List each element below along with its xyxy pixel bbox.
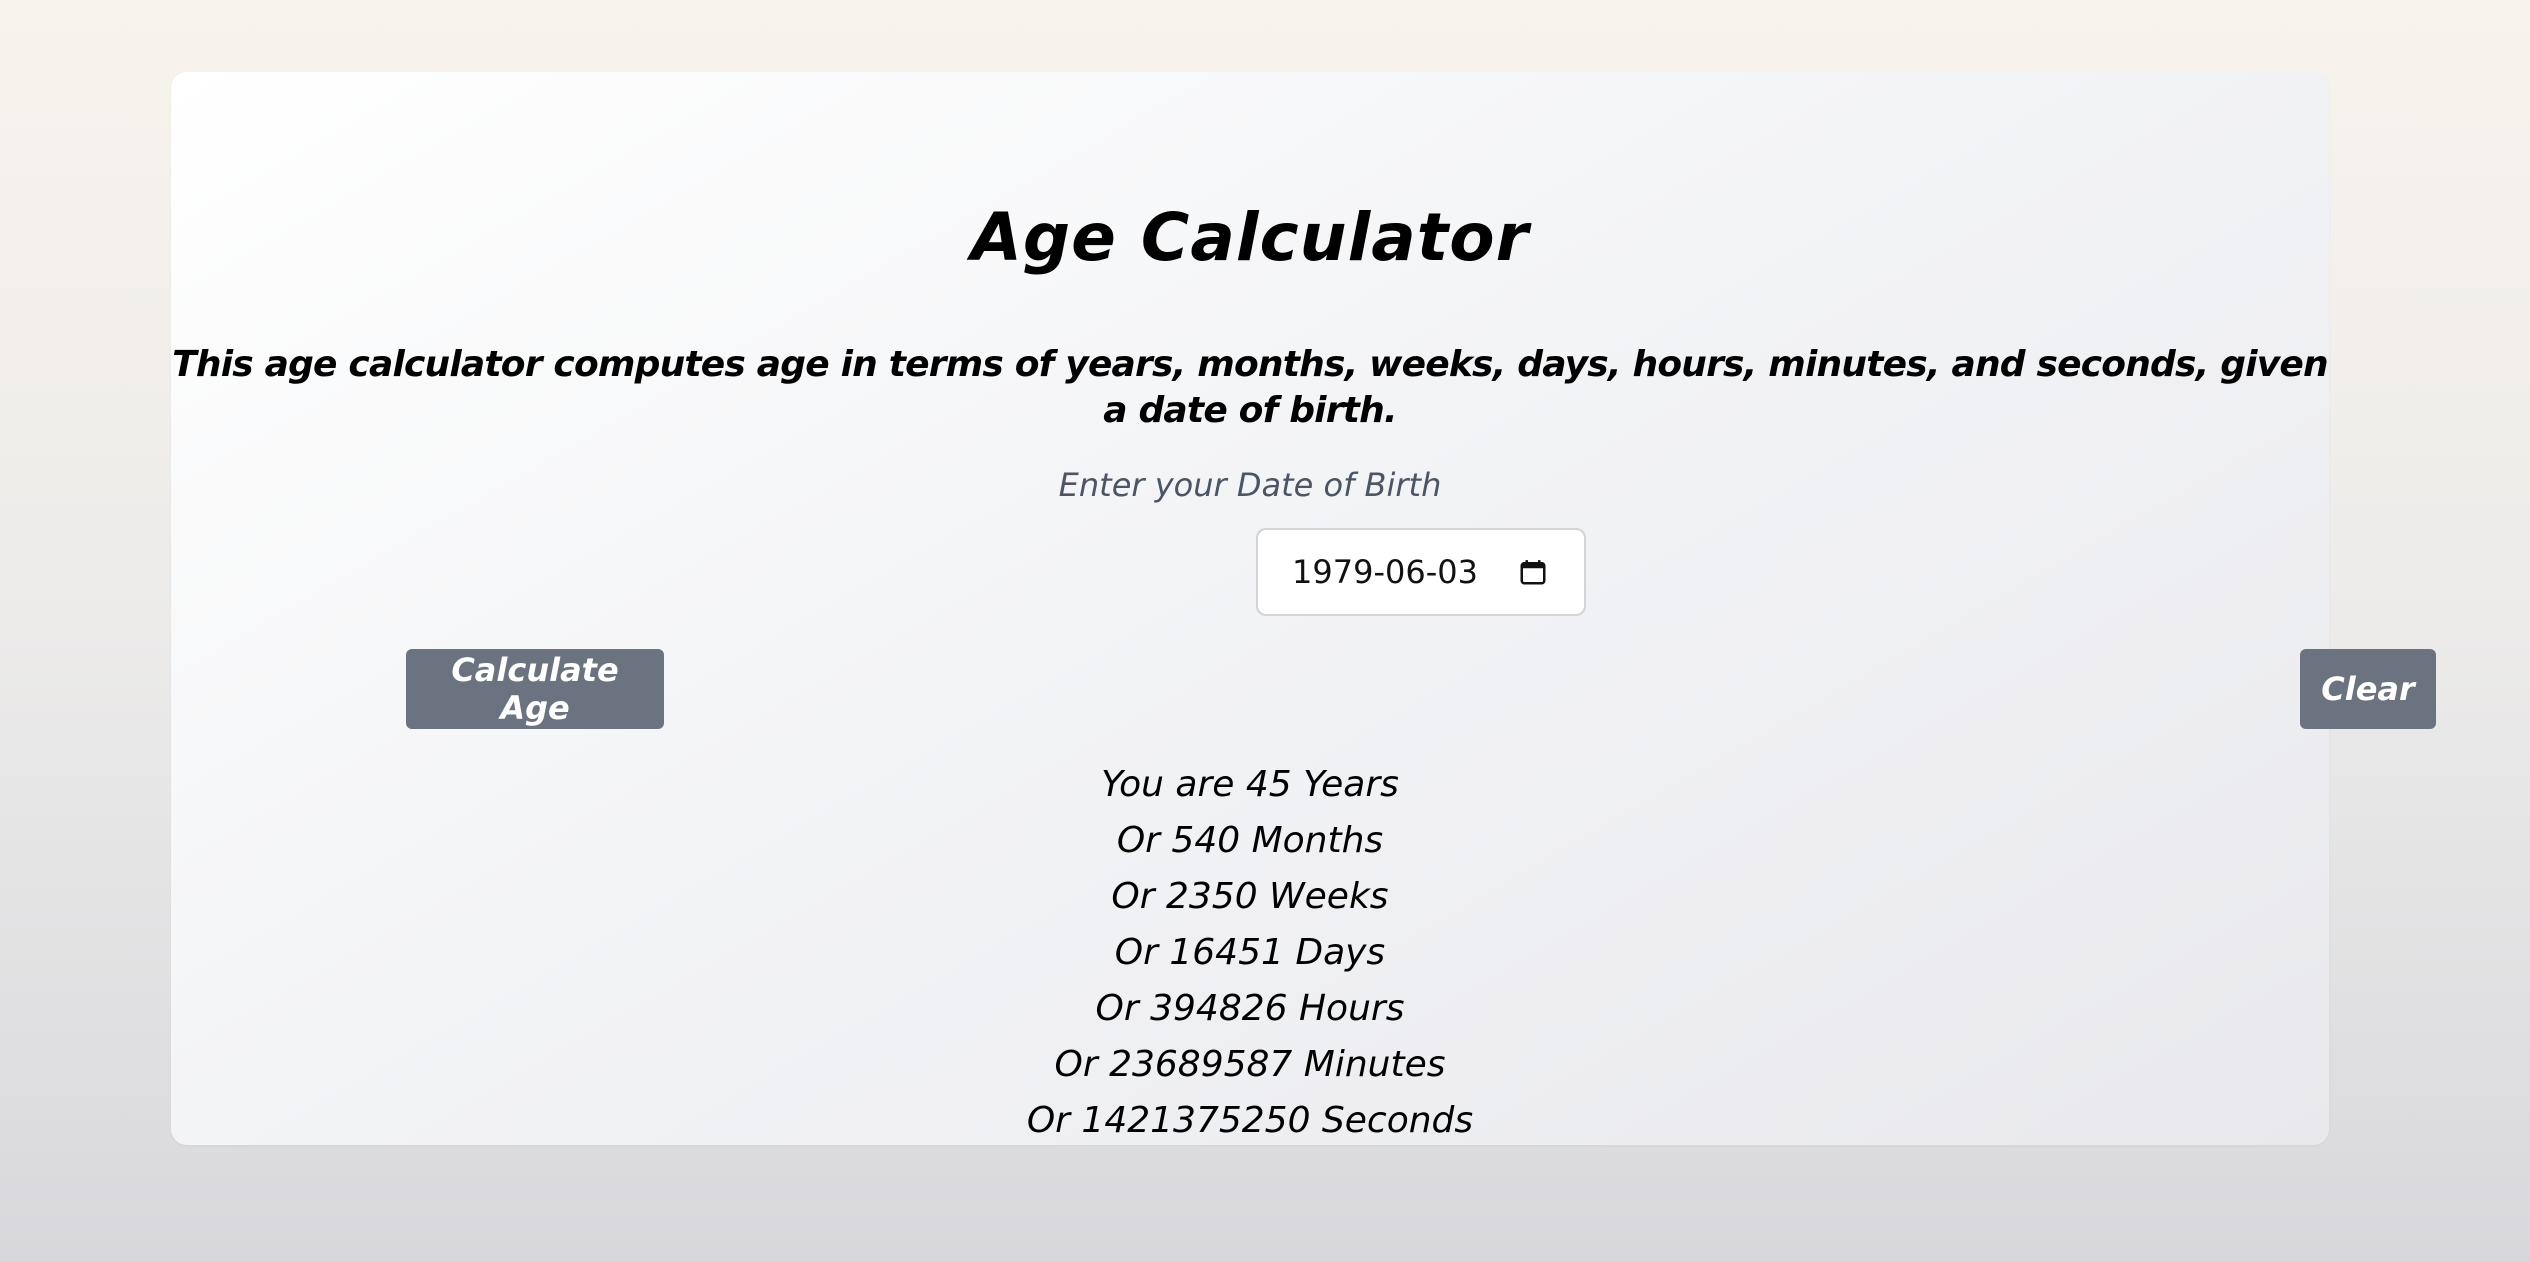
calculate-age-button[interactable]: Calculate Age xyxy=(406,649,664,729)
dob-date-value[interactable]: 1979-06-03 xyxy=(1292,553,1518,591)
dob-label: Enter your Date of Birth xyxy=(1058,466,1442,504)
calendar-icon[interactable] xyxy=(1518,557,1548,587)
result-minutes: Or 23689587 Minutes xyxy=(1054,1044,1446,1085)
dob-date-input[interactable]: 1979-06-03 xyxy=(1256,528,1586,616)
result-days: Or 16451 Days xyxy=(1114,932,1386,973)
result-weeks: Or 2350 Weeks xyxy=(1111,876,1389,917)
calculator-card: Age Calculator This age calculator compu… xyxy=(171,72,2436,1145)
page-title: Age Calculator xyxy=(970,199,1530,276)
result-seconds: Or 1421375250 Seconds xyxy=(1026,1100,1474,1141)
result-months: Or 540 Months xyxy=(1116,820,1384,861)
result-years: You are 45 Years xyxy=(1101,764,1399,805)
clear-button[interactable]: Clear xyxy=(2300,649,2436,729)
result-hours: Or 394826 Hours xyxy=(1095,988,1405,1029)
results-list: You are 45 Years Or 540 Months Or 2350 W… xyxy=(171,757,2329,1149)
description-text: This age calculator computes age in term… xyxy=(172,344,2329,431)
